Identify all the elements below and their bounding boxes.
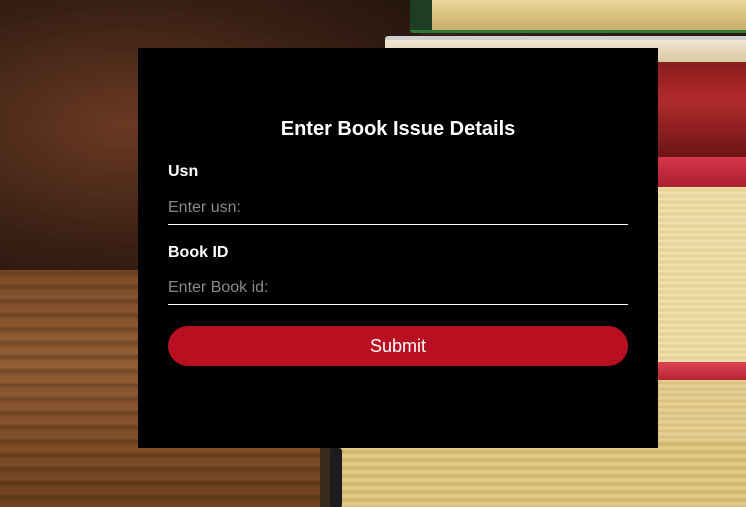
submit-button[interactable]: Submit — [168, 326, 628, 366]
book-issue-form: Enter Book Issue Details Usn Book ID Sub… — [138, 48, 658, 448]
form-title: Enter Book Issue Details — [280, 118, 516, 140]
usn-label: Usn — [168, 163, 199, 180]
book-id-label: Book ID — [168, 244, 229, 261]
background-book — [410, 0, 746, 33]
background-book — [330, 448, 342, 507]
book-id-input[interactable] — [168, 272, 628, 305]
background-book — [320, 440, 746, 507]
usn-input[interactable] — [168, 192, 628, 225]
